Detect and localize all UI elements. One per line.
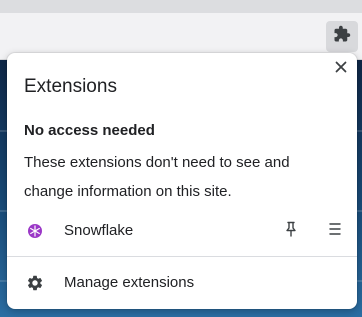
manage-extensions-button[interactable]: Manage extensions [7,266,357,300]
window-top-strip [0,0,362,13]
section-description: These extensions don't need to see and c… [24,154,290,200]
panel-title: Extensions [24,76,117,97]
pin-icon [284,221,298,242]
extension-menu-button[interactable] [325,221,345,241]
section-heading: No access needed [24,122,155,139]
snowflake-icon [26,222,44,240]
divider [7,256,357,257]
extension-row-snowflake[interactable]: Snowflake [7,214,357,248]
pin-button[interactable] [281,221,301,241]
extensions-popup: Extensions No access needed These extens… [7,53,357,309]
puzzle-icon [333,25,351,48]
manage-extensions-label: Manage extensions [64,274,195,291]
extensions-toolbar-button[interactable] [326,21,358,52]
gear-icon [26,274,44,292]
more-menu-icon [328,221,342,242]
extension-name: Snowflake [64,222,134,239]
close-button[interactable] [330,58,352,80]
close-icon [335,60,347,78]
